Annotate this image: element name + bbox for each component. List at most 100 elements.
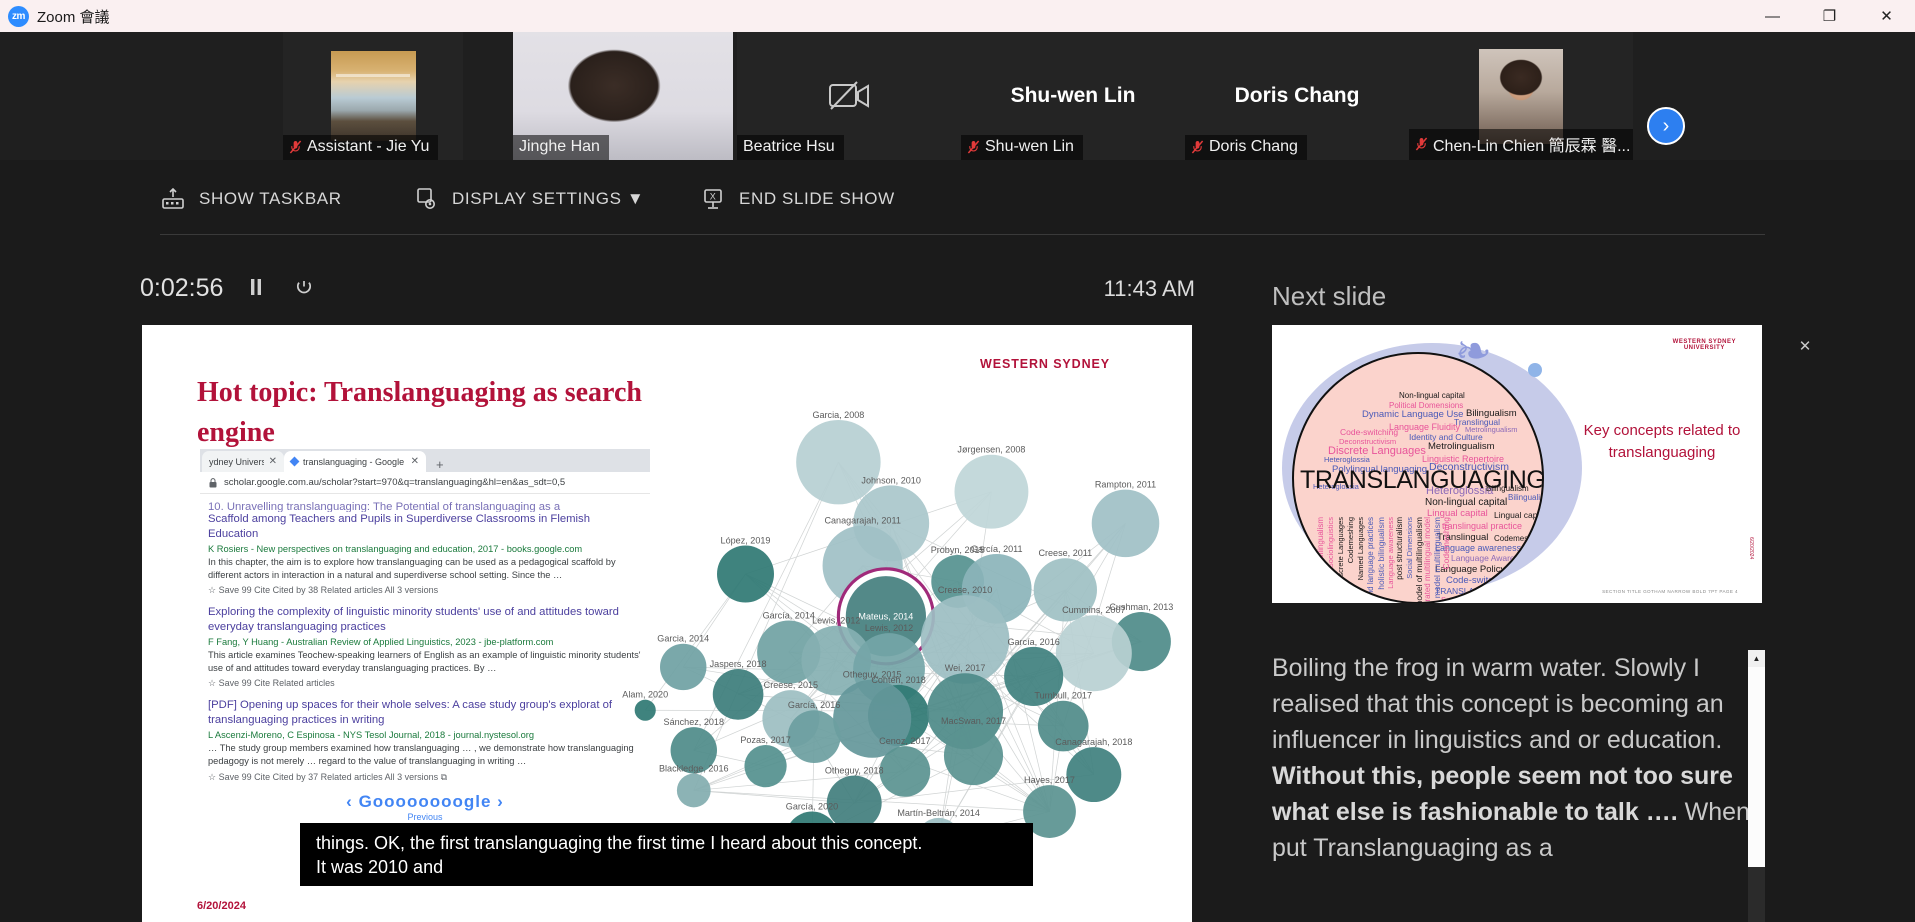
result-2-title: Exploring the complexity of linguistic m… [208,606,619,634]
svg-text:Creese, 2011: Creese, 2011 [1038,548,1092,558]
svg-text:Canagarajah, 2011: Canagarajah, 2011 [824,515,900,525]
filmstrip-next-button[interactable]: › [1647,107,1685,145]
svg-text:Garcia, 2008: Garcia, 2008 [812,410,864,420]
mic-muted-icon [1191,140,1204,154]
word-cloud-term: Non-lingual capital [1399,391,1465,400]
participant-name: Beatrice Hsu [743,138,835,155]
result-2-links: ☆ Save 99 Cite Related articles [208,678,335,689]
presentation-close-button[interactable]: ✕ [1776,328,1834,364]
google-pager-prev-label: Previous [407,811,443,822]
browser-tab-2: translanguaging - Google Schola ✕ [284,451,426,472]
end-slide-show-button[interactable]: X END SLIDE SHOW [700,182,895,216]
svg-text:Sánchez, 2018: Sánchez, 2018 [664,717,724,727]
taskbar-icon [160,186,186,212]
next-slide-thumbnail[interactable]: ❧ Non-lingual capital Political Domension… [1272,325,1762,603]
svg-text:Alam, 2020: Alam, 2020 [622,690,668,700]
slide-date: 6/20/2024 [197,900,246,912]
svg-text:Johnson, 2010: Johnson, 2010 [861,475,920,485]
caption-line-2: It was 2010 and [316,857,444,878]
svg-text:X: X [710,192,717,202]
scholar-favicon-icon [289,456,300,467]
display-settings-button[interactable]: DISPLAY SETTINGS ▼ [413,182,644,216]
presenter-timer-row: 0:02:56 11:43 AM [0,270,1250,318]
result-3-snippet: … The study group members examined how t… [208,743,634,767]
window-controls: — ❐ ✕ [1744,0,1915,32]
word-cloud-term: Code-switching [1340,427,1399,437]
minimize-button[interactable]: — [1744,0,1801,32]
result-2-meta: F Fang, Y Huang - Australian Review of A… [208,637,554,647]
participant-name: Assistant - Jie Yu [307,138,430,155]
participant-tile-doris-chang[interactable]: Doris Chang Doris Chang [1185,32,1409,160]
svg-text:García, 2016: García, 2016 [1007,637,1059,647]
browser-tab-2-close-icon: ✕ [410,456,419,467]
google-pager-prev-icon: ‹ [346,791,353,811]
word-cloud-term: translingual practice [1442,521,1523,531]
next-slide-brand: WESTERN SYDNEY UNIVERSITY [1673,339,1736,351]
pause-timer-button[interactable] [250,278,262,302]
svg-text:Lewis, 2012: Lewis, 2012 [865,623,913,633]
result-3-meta: L Ascenzi-Moreno, C Espinosa - NYS Tesol… [208,730,535,741]
restore-button[interactable]: ❐ [1801,0,1858,32]
svg-text:Lewis, 2012: Lewis, 2012 [812,616,860,626]
notes-scrollbar[interactable]: ▲ [1748,650,1765,922]
word-cloud-term: Dynamic Language Use [1362,409,1464,420]
participant-display-name: Shu-wen Lin [1010,84,1136,107]
presenter-toolbar: SHOW TASKBAR DISPLAY SETTINGS ▼ X END SL… [0,160,1915,355]
show-taskbar-button[interactable]: SHOW TASKBAR [160,182,342,216]
display-settings-label: DISPLAY SETTINGS ▼ [452,189,645,208]
participant-label: Doris Chang [1185,135,1307,160]
browser-tab-1: ydney Universi ✕ [202,451,284,472]
word-cloud-term: Code-switching [1446,575,1511,586]
result-1-links: ☆ Save 99 Cite Cited by 38 Related artic… [208,585,439,596]
close-button[interactable]: ✕ [1858,0,1915,32]
word-cloud-term: Heteroglossia [1324,455,1370,464]
participant-tile-chen-lin-chien[interactable]: Chen-Lin Chien 簡辰霖 醫... [1409,32,1633,160]
participant-name: Doris Chang [1209,138,1298,155]
word-cloud-term-vertical: Language awareness [1386,517,1395,589]
browser-tab-1-close-icon: ✕ [268,456,277,467]
result-1-title: Scaffold among Teachers and Pupils in Su… [208,513,590,540]
search-result-item: Exploring the complexity of linguistic m… [208,605,642,689]
presenter-notes[interactable]: Boiling the frog in warm water. Slowly I… [1272,650,1762,922]
participant-name: Jinghe Han [519,138,600,155]
word-cloud-term-vertical: Codemeshing [1441,517,1451,570]
participant-label: Jinghe Han [513,135,609,160]
toolbar-divider [160,234,1765,235]
word-cloud-circle: Non-lingual capital Political Domensions D… [1292,352,1544,603]
word-cloud-term-vertical: hybrid language practices [1366,517,1375,603]
svg-text:García, 2020: García, 2020 [786,801,838,811]
notes-scroll-up-button[interactable]: ▲ [1748,650,1765,667]
participant-tile-beatrice-hsu[interactable]: Beatrice Hsu [737,32,961,160]
participant-tile-jinghe-han[interactable]: Jinghe Han [513,32,733,160]
restart-timer-button[interactable] [295,278,313,302]
participant-tile-shu-wen-lin[interactable]: Shu-wen Lin Shu-wen Lin [961,32,1185,160]
svg-text:Cenoz, 2017: Cenoz, 2017 [879,736,930,746]
word-cloud-term-vertical: Discrete Languages [1336,517,1345,584]
word-cloud-term: Language Awareness [1451,553,1533,563]
search-result-item: [PDF] Opening up spaces for their whole … [208,698,642,782]
chevron-right-icon: › [1662,115,1670,137]
svg-text:Jaspers, 2018: Jaspers, 2018 [710,659,767,669]
svg-text:López, 2019: López, 2019 [721,535,771,545]
svg-text:Garcia, 2014: Garcia, 2014 [657,634,709,644]
browser-screenshot: ydney Universi ✕ translanguaging - Googl… [200,449,650,874]
caption-line-1: things. OK, the first translanguaging th… [316,833,923,853]
zoom-logo-icon: zm [8,5,29,27]
browser-tab-bar: ydney Universi ✕ translanguaging - Googl… [200,449,650,472]
svg-text:Wei, 2017: Wei, 2017 [945,663,986,673]
office-photo-thumbnail [330,51,416,141]
svg-text:Blackledge, 2016: Blackledge, 2016 [659,763,729,773]
svg-text:Hayes, 2017: Hayes, 2017 [1024,775,1075,785]
word-cloud-term: Codemeshing [1494,534,1544,543]
svg-text:Cummins, 2007: Cummins, 2007 [1062,605,1125,615]
svg-text:Jørgensen, 2008: Jørgensen, 2008 [957,445,1025,455]
mic-muted-icon [967,140,980,154]
participant-tile-assistant-jie-yu[interactable]: Assistant - Jie Yu [283,32,463,160]
browser-tab-1-label: ydney Universi [209,456,264,467]
word-cloud-term: Metrolingualism [1428,441,1495,452]
next-slide-heading: Next slide [1272,281,1387,311]
participant-label: Chen-Lin Chien 簡辰霖 醫... [1409,129,1633,160]
google-pager-next-icon: › [497,791,504,811]
notes-scroll-thumb[interactable] [1748,667,1765,867]
elapsed-timer: 0:02:56 [140,274,224,302]
